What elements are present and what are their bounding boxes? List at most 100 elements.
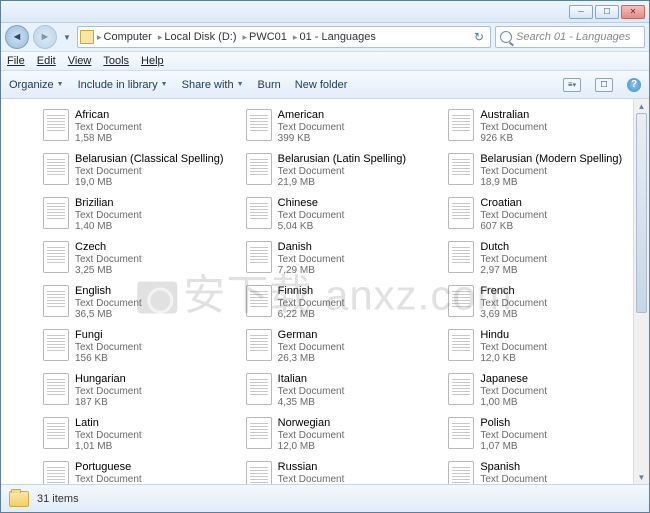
document-icon [246,197,272,229]
organize-button[interactable]: Organize▼ [9,79,64,91]
address-bar[interactable]: ▸Computer ▸Local Disk (D:) ▸PWC01 ▸01 - … [77,26,491,48]
breadcrumb-sep: ▸ [242,32,247,43]
file-type: Text Document [278,430,345,442]
file-size: 926 KB [480,133,547,145]
document-icon [448,373,474,405]
breadcrumb[interactable]: Computer [104,31,152,43]
file-item[interactable]: ChineseText Document5,04 KB [244,195,439,237]
document-icon [43,241,69,273]
file-item[interactable]: RussianText Document37,1 MB [244,459,439,484]
forward-button[interactable]: ► [33,25,57,49]
file-item[interactable]: LatinText Document1,01 MB [41,415,236,457]
view-options-button[interactable]: ≡ ▾ [563,78,581,92]
menu-bar: File Edit View Tools Help [1,51,649,71]
file-item[interactable]: DanishText Document7,29 MB [244,239,439,281]
close-button[interactable]: ✕ [621,5,645,19]
file-name: Chinese [278,197,345,210]
breadcrumb[interactable]: Local Disk (D:) [164,31,236,43]
file-item[interactable]: FungiText Document156 KB [41,327,236,369]
file-item[interactable]: PolishText Document1,07 MB [446,415,641,457]
search-placeholder: Search 01 - Languages [516,31,630,43]
file-item[interactable]: CroatianText Document607 KB [446,195,641,237]
file-item[interactable]: SpanishText Document4,63 MB [446,459,641,484]
file-item[interactable]: FinnishText Document6,22 MB [244,283,439,325]
burn-button[interactable]: Burn [258,79,281,91]
file-type: Text Document [480,254,547,266]
file-item[interactable]: HinduText Document12,0 KB [446,327,641,369]
file-type: Text Document [480,474,547,484]
scroll-down-icon[interactable]: ▼ [634,470,649,484]
file-name: Italian [278,373,345,386]
breadcrumb[interactable]: PWC01 [249,31,287,43]
file-type: Text Document [75,474,142,484]
history-dropdown[interactable]: ▼ [61,27,73,47]
help-icon[interactable]: ? [627,78,641,92]
scroll-thumb[interactable] [636,113,647,313]
file-name: Norwegian [278,417,345,430]
file-size: 1,07 MB [480,441,547,453]
file-item[interactable]: JapaneseText Document1,00 MB [446,371,641,413]
file-item[interactable]: NorwegianText Document12,0 MB [244,415,439,457]
breadcrumb[interactable]: 01 - Languages [299,31,375,43]
file-item[interactable]: BrizilianText Document1,40 MB [41,195,236,237]
minimize-button[interactable]: ─ [569,5,593,19]
file-name: Croatian [480,197,547,210]
file-name: Polish [480,417,547,430]
document-icon [43,461,69,484]
preview-pane-button[interactable]: ☐ [595,78,613,92]
file-item[interactable]: AustralianText Document926 KB [446,107,641,149]
file-item[interactable]: GermanText Document26,3 MB [244,327,439,369]
file-name: Danish [278,241,345,254]
file-type: Text Document [75,430,142,442]
file-size: 36,5 MB [75,309,142,321]
menu-tools[interactable]: Tools [103,55,129,67]
file-item[interactable]: CzechText Document3,25 MB [41,239,236,281]
file-item[interactable]: AfricanText Document1,58 MB [41,107,236,149]
file-type: Text Document [278,298,345,310]
file-item[interactable]: EnglishText Document36,5 MB [41,283,236,325]
file-item[interactable]: FrenchText Document3,69 MB [446,283,641,325]
maximize-button[interactable]: ☐ [595,5,619,19]
file-name: Dutch [480,241,547,254]
file-item[interactable]: Belarusian (Classical Spelling)Text Docu… [41,151,236,193]
file-size: 607 KB [480,221,547,233]
search-input[interactable]: Search 01 - Languages [495,26,645,48]
file-name: French [480,285,547,298]
file-name: Brizilian [75,197,142,210]
file-item[interactable]: ItalianText Document4,35 MB [244,371,439,413]
share-with-button[interactable]: Share with▼ [182,79,244,91]
file-item[interactable]: Belarusian (Latin Spelling)Text Document… [244,151,439,193]
file-item[interactable]: DutchText Document2,97 MB [446,239,641,281]
include-library-button[interactable]: Include in library▼ [78,79,168,91]
file-name: Belarusian (Latin Spelling) [278,153,406,166]
file-size: 1,00 MB [480,397,547,409]
menu-edit[interactable]: Edit [37,55,56,67]
file-type: Text Document [75,386,142,398]
folder-icon [80,30,94,44]
file-name: Australian [480,109,547,122]
file-name: Belarusian (Classical Spelling) [75,153,224,166]
menu-file[interactable]: File [7,55,25,67]
refresh-icon[interactable]: ↻ [474,30,488,44]
file-item[interactable]: Belarusian (Modern Spelling)Text Documen… [446,151,641,193]
file-size: 3,25 MB [75,265,142,277]
file-type: Text Document [278,254,345,266]
file-type: Text Document [75,210,142,222]
file-type: Text Document [278,474,345,484]
file-item[interactable]: HungarianText Document187 KB [41,371,236,413]
menu-view[interactable]: View [68,55,92,67]
document-icon [43,285,69,317]
file-item[interactable]: PortugueseText Document341 KB [41,459,236,484]
menu-help[interactable]: Help [141,55,164,67]
scrollbar[interactable]: ▲ ▼ [633,99,649,484]
nav-bar: ◄ ► ▼ ▸Computer ▸Local Disk (D:) ▸PWC01 … [1,23,649,51]
file-name: African [75,109,142,122]
file-type: Text Document [75,298,142,310]
document-icon [246,417,272,449]
breadcrumb-sep: ▸ [293,32,298,43]
document-icon [448,417,474,449]
back-button[interactable]: ◄ [5,25,29,49]
new-folder-button[interactable]: New folder [295,79,348,91]
scroll-up-icon[interactable]: ▲ [634,99,649,113]
file-item[interactable]: AmericanText Document399 KB [244,107,439,149]
